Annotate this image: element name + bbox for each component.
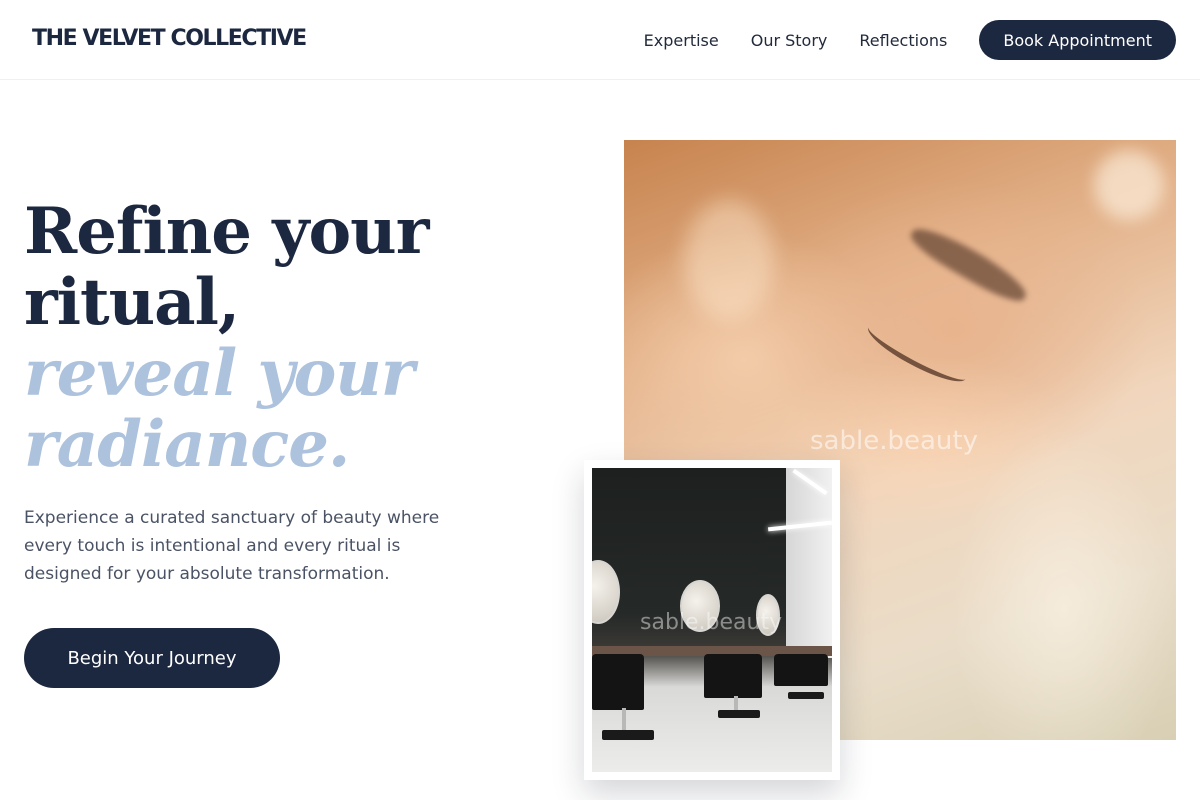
- photo-mirror: [592, 560, 620, 624]
- photo-wall: [786, 468, 832, 658]
- brand-logo[interactable]: THE VELVET COLLECTIVE: [32, 26, 307, 51]
- hero-subtext: Experience a curated sanctuary of beauty…: [24, 508, 440, 584]
- nav-link-expertise[interactable]: Expertise: [644, 31, 719, 50]
- nav-link-our-story[interactable]: Our Story: [751, 31, 828, 50]
- headline-accent-line-2: radiance.: [24, 407, 350, 482]
- photo-chair: [592, 654, 644, 710]
- image-watermark: sable.beauty: [810, 426, 978, 456]
- photo-chair: [774, 654, 828, 686]
- headline-line-2: ritual,: [24, 265, 240, 340]
- book-appointment-button[interactable]: Book Appointment: [979, 20, 1176, 60]
- photo-chair-base: [602, 730, 654, 740]
- salon-interior-photo: sable.beauty: [592, 468, 832, 772]
- headline-line-1: Refine your: [24, 194, 429, 269]
- hero-headline: Refine your ritual, reveal your radiance…: [24, 196, 544, 480]
- photo-highlight: [1094, 150, 1164, 220]
- photo-chair-base: [718, 710, 760, 718]
- photo-mirror: [756, 594, 780, 636]
- photo-mirror: [680, 580, 720, 632]
- photo-highlight: [684, 200, 774, 320]
- nav-link-reflections[interactable]: Reflections: [859, 31, 947, 50]
- photo-eyebrow: [905, 219, 1033, 309]
- main-nav: Expertise Our Story Reflections Book App…: [644, 20, 1176, 60]
- photo-eyelash: [862, 315, 972, 391]
- begin-journey-button[interactable]: Begin Your Journey: [24, 628, 280, 688]
- photo-chair-pole: [622, 708, 626, 732]
- salon-photo-card: sable.beauty: [584, 460, 840, 780]
- photo-chair-base: [788, 692, 824, 699]
- headline-accent-line-1: reveal your: [24, 336, 415, 411]
- photo-chair: [704, 654, 762, 698]
- site-header: THE VELVET COLLECTIVE Expertise Our Stor…: [0, 0, 1200, 80]
